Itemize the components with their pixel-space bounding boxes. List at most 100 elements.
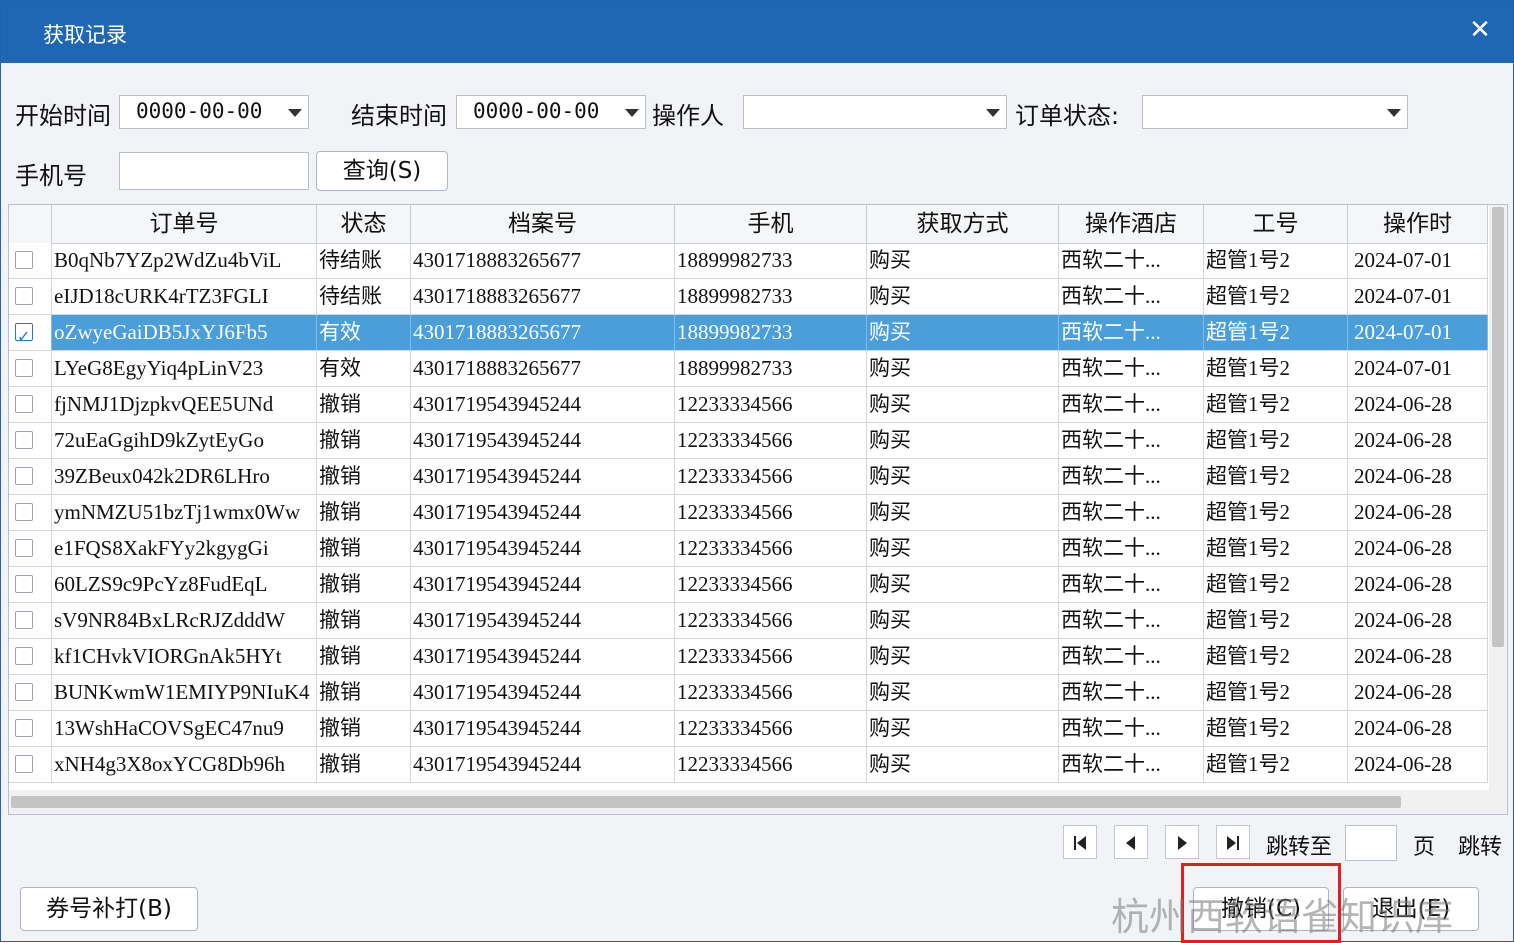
table-row[interactable]: ymNMZU51bzTj1wmx0Ww 撤销 4301719543945244 122…	[9, 495, 1488, 531]
table-row[interactable]: sV9NR84BxLRcRJZdddW 撤销 4301719543945244 122…	[9, 603, 1488, 639]
exit-button[interactable]: 退出(E)	[1343, 887, 1479, 931]
cell-time: 2024-06-28	[1348, 747, 1488, 782]
first-page-arrow	[1077, 836, 1086, 850]
chevron-down-icon[interactable]	[625, 109, 639, 117]
column-header[interactable]: 操作酒店	[1059, 205, 1204, 243]
cell-time: 2024-06-28	[1348, 567, 1488, 602]
column-header[interactable]: 状态	[317, 205, 411, 243]
row-checkbox[interactable]	[15, 431, 33, 449]
column-header[interactable]: 获取方式	[867, 205, 1059, 243]
row-checkbox[interactable]	[15, 539, 33, 557]
cell-file: 4301719543945244	[411, 423, 675, 458]
column-header[interactable]: 工号	[1204, 205, 1348, 243]
cell-staff: 超管1号2	[1204, 603, 1348, 638]
cell-staff: 超管1号2	[1204, 351, 1348, 386]
row-checkbox[interactable]	[15, 647, 33, 665]
next-page-button[interactable]	[1165, 825, 1199, 859]
row-checkbox[interactable]	[15, 683, 33, 701]
phone-input[interactable]	[119, 152, 309, 190]
row-checkbox[interactable]	[15, 719, 33, 737]
table-row[interactable]: eIJD18cURK4rTZ3FGLI 待结账 4301718883265677 18…	[9, 279, 1488, 315]
table-row[interactable]: 39ZBeux042k2DR6LHro 撤销 4301719543945244 122…	[9, 459, 1488, 495]
page-unit-label: 页	[1413, 835, 1436, 860]
cell-status: 有效	[317, 351, 411, 386]
phone-label: 手机号	[15, 162, 87, 190]
page-number-input[interactable]	[1345, 825, 1397, 861]
order-status-combo[interactable]	[1142, 95, 1408, 129]
cell-method: 购买	[867, 387, 1059, 422]
cell-order: BUNKwmW1EMIYP9NIuK4	[52, 675, 317, 710]
query-button-label: 查询(S)	[342, 158, 422, 184]
dialog-title: 获取记录	[43, 23, 127, 47]
last-page-button[interactable]	[1216, 825, 1250, 859]
chevron-down-icon[interactable]	[288, 109, 302, 117]
row-checkbox[interactable]	[15, 359, 33, 377]
row-checkbox[interactable]	[15, 755, 33, 773]
vertical-scroll-thumb[interactable]	[1492, 207, 1504, 647]
end-time-combo[interactable]: 0000-00-00	[456, 95, 646, 129]
cell-order: ymNMZU51bzTj1wmx0Ww	[52, 495, 317, 530]
row-checkbox[interactable]	[15, 575, 33, 593]
jump-button[interactable]: 跳转	[1458, 829, 1502, 861]
query-button[interactable]: 查询(S)	[316, 151, 448, 191]
operator-label: 操作人	[652, 102, 724, 130]
horizontal-scrollbar[interactable]	[9, 790, 1507, 814]
column-header[interactable]: 手机	[675, 205, 867, 243]
horizontal-scroll-thumb[interactable]	[11, 796, 1401, 808]
cell-staff: 超管1号2	[1204, 243, 1348, 278]
vertical-scrollbar[interactable]	[1489, 205, 1507, 790]
cell-status: 撤销	[317, 423, 411, 458]
table-row[interactable]: B0qNb7YZp2WdZu4bViL 待结账 4301718883265677 18…	[9, 243, 1488, 279]
cell-method: 购买	[867, 603, 1059, 638]
cell-phone: 12233334566	[675, 603, 867, 638]
row-checkbox[interactable]	[15, 611, 33, 629]
row-select-cell	[9, 747, 52, 782]
cell-time: 2024-06-28	[1348, 639, 1488, 674]
table-row[interactable]: 13WshHaCOVSgEC47nu9 撤销 4301719543945244 122…	[9, 711, 1488, 747]
cell-file: 4301719543945244	[411, 567, 675, 602]
cell-staff: 超管1号2	[1204, 495, 1348, 530]
close-icon[interactable]: ✕	[1465, 15, 1495, 45]
table-row[interactable]: e1FQS8XakFYy2kgygGi 撤销 4301719543945244 122…	[9, 531, 1488, 567]
cell-order: LYeG8EgyYiq4pLinV23	[52, 351, 317, 386]
table-row[interactable]: 72uEaGgihD9kZytEyGo 撤销 4301719543945244 122…	[9, 423, 1488, 459]
row-select-cell	[9, 567, 52, 602]
cell-method: 购买	[867, 495, 1059, 530]
cell-hotel: 西软二十...	[1059, 747, 1204, 782]
cell-order: 13WshHaCOVSgEC47nu9	[52, 711, 317, 746]
table-row[interactable]: oZwyeGaiDB5JxYJ6Fb5有效4301718883265677188…	[9, 315, 1488, 351]
column-header[interactable]: 订单号	[52, 205, 317, 243]
column-header[interactable]: 操作时	[1348, 205, 1488, 243]
row-checkbox[interactable]	[15, 467, 33, 485]
row-checkbox[interactable]	[15, 395, 33, 413]
row-select-cell	[9, 495, 52, 530]
cell-method: 购买	[867, 279, 1059, 314]
start-time-combo[interactable]: 0000-00-00	[119, 95, 309, 129]
cell-status: 撤销	[317, 495, 411, 530]
row-checkbox[interactable]	[15, 251, 33, 269]
chevron-down-icon[interactable]	[1387, 109, 1401, 117]
table-row[interactable]: fjNMJ1DjzpkvQEE5UNd 撤销 4301719543945244 122…	[9, 387, 1488, 423]
title-bar: 获取记录 ✕	[1, 1, 1513, 63]
prev-page-button[interactable]	[1114, 825, 1148, 859]
reprint-voucher-button[interactable]: 券号补打(B)	[20, 887, 198, 931]
row-select-cell	[9, 711, 52, 746]
row-checkbox[interactable]	[15, 503, 33, 521]
row-checkbox[interactable]	[15, 287, 33, 305]
cancel-order-button[interactable]: 撤销(C)	[1193, 887, 1329, 931]
table-row[interactable]: LYeG8EgyYiq4pLinV23 有效 4301718883265677 188…	[9, 351, 1488, 387]
chevron-down-icon[interactable]	[986, 109, 1000, 117]
start-time-value: 0000-00-00	[136, 99, 263, 123]
first-page-button[interactable]	[1063, 825, 1097, 859]
column-header[interactable]: 档案号	[411, 205, 675, 243]
table-row[interactable]: 60LZS9c9PcYz8FudEqL 撤销 4301719543945244 122…	[9, 567, 1488, 603]
table-row[interactable]: xNH4g3X8oxYCG8Db96h 撤销 4301719543945244 122…	[9, 747, 1488, 783]
table-row[interactable]: kf1CHvkVIORGnAk5HYt 撤销 4301719543945244 122…	[9, 639, 1488, 675]
row-checkbox[interactable]	[15, 320, 33, 350]
cell-status: 待结账	[317, 279, 411, 314]
cell-phone: 18899982733	[675, 351, 867, 386]
operator-combo[interactable]	[743, 95, 1007, 129]
cell-hotel: 西软二十...	[1059, 639, 1204, 674]
last-page-arrow	[1227, 836, 1236, 850]
table-row[interactable]: BUNKwmW1EMIYP9NIuK4 撤销 4301719543945244 122…	[9, 675, 1488, 711]
